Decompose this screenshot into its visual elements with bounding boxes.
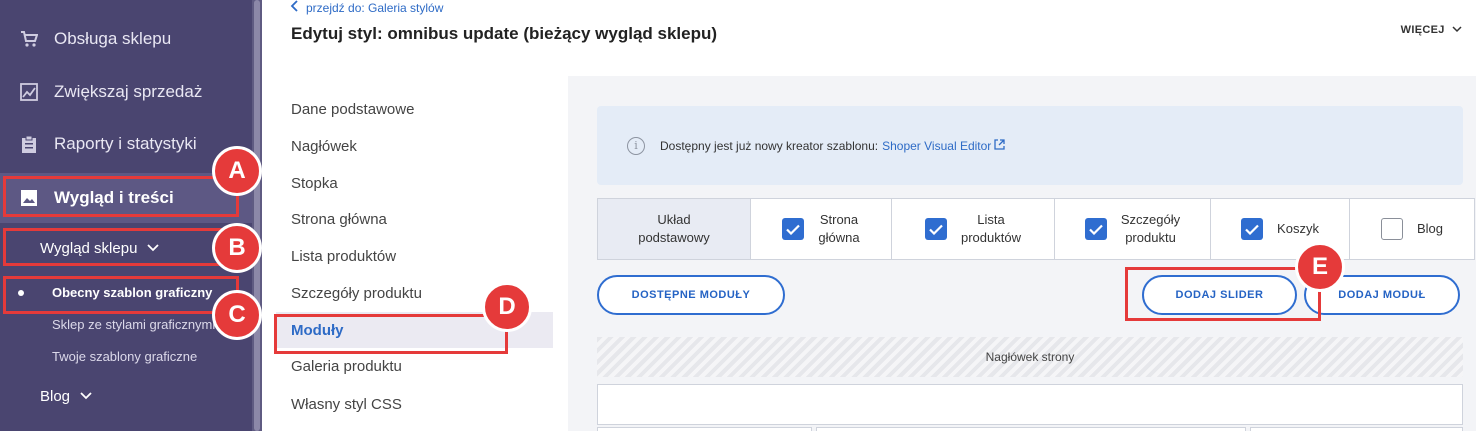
sidebar-item-label: Obsługa sklepu (54, 29, 172, 48)
tab-szczegoly-produktu[interactable]: Szczegóły produktu (291, 285, 422, 302)
tab-line1: Strona (819, 212, 859, 227)
annotation-badge-c: C (212, 290, 262, 340)
annotation-badge-b: B (212, 223, 262, 273)
layout-cell[interactable] (1250, 427, 1463, 431)
external-link-icon[interactable] (994, 138, 1005, 153)
tab-dane-podstawowe[interactable]: Dane podstawowe (291, 101, 414, 118)
tab-line1: Koszyk (1277, 221, 1319, 236)
blog-label: Blog (40, 388, 71, 405)
clipboard-icon (20, 135, 38, 153)
checkbox-checked[interactable] (925, 218, 947, 240)
shoper-visual-editor-link[interactable]: Shoper Visual Editor (882, 139, 991, 153)
tab-lista-produktow[interactable]: Lista produktów (291, 248, 396, 265)
sidebar-item-label: Raporty i statystyki (54, 134, 197, 153)
tab-line2: główna (818, 230, 860, 245)
checkbox-unchecked[interactable] (1380, 218, 1403, 240)
back-link-label: przejdź do: Galeria stylów (306, 0, 444, 15)
checkbox-checked[interactable] (1241, 218, 1264, 240)
tab-line1: Układ (657, 212, 691, 227)
available-modules-button[interactable]: DOSTĘPNE MODUŁY (597, 275, 785, 315)
trend-chart-icon (20, 83, 38, 101)
layout-cell[interactable] (597, 427, 812, 431)
cart-icon (20, 30, 38, 48)
chevron-left-icon (290, 0, 298, 15)
page-header-drop-zone[interactable]: Nagłówek strony (597, 337, 1463, 377)
sidebar-item-blog[interactable]: Blog (40, 388, 92, 405)
annotation-box-b (3, 228, 239, 266)
layout-tab-strona-glowna[interactable]: Strona główna (751, 199, 892, 259)
info-icon: i (627, 136, 645, 155)
sidebar-scrollbar[interactable] (252, 0, 262, 431)
sidebar-item-obsluga[interactable]: Obsługa sklepu (0, 14, 252, 64)
tab-galeria-produktu[interactable]: Galeria produktu (291, 358, 402, 375)
info-banner: i Dostępny jest już nowy kreator szablon… (597, 106, 1463, 185)
checkbox-checked[interactable] (782, 218, 805, 240)
tab-line2: produktu (1125, 230, 1176, 245)
scrollbar-thumb[interactable] (254, 0, 260, 431)
layout-tab-szczegoly-produktu[interactable]: Szczegóły produktu (1055, 199, 1211, 259)
tab-line1: Blog (1416, 221, 1444, 236)
layout-tab-uklad-podstawowy[interactable]: Układ podstawowy (598, 199, 751, 259)
back-link[interactable]: przejdź do: Galeria stylów (290, 0, 443, 15)
sidebar-item-zwiekszaj[interactable]: Zwiększaj sprzedaż (0, 67, 252, 117)
annotation-badge-e: E (1295, 242, 1345, 292)
more-menu[interactable]: WIĘCEJ (1401, 24, 1462, 36)
chevron-down-icon (80, 391, 92, 403)
annotation-box-d (274, 314, 508, 354)
sidebar-subitem-twoje-szablony[interactable]: Twoje szablony graficzne (52, 349, 197, 364)
tab-strona-glowna[interactable]: Strona główna (291, 211, 387, 228)
tab-line2: podstawowy (638, 230, 710, 245)
tab-naglowek[interactable]: Nagłówek (291, 138, 357, 155)
annotation-box-c (3, 276, 239, 314)
page-title: Edytuj styl: omnibus update (bieżący wyg… (291, 24, 718, 43)
info-text: Dostępny jest już nowy kreator szablonu: (660, 138, 879, 153)
annotation-badge-d: D (482, 282, 532, 332)
annotation-box-e (1125, 267, 1321, 321)
sidebar-subitem-sklep-ze-stylami[interactable]: Sklep ze stylami graficznymi (52, 317, 215, 332)
tab-wlasny-styl-css[interactable]: Własny styl CSS (291, 396, 402, 413)
layout-tab-lista-produktow[interactable]: Lista produktów (892, 199, 1055, 259)
layout-row-empty[interactable] (597, 384, 1463, 425)
tab-line1: Lista (977, 212, 1005, 227)
annotation-badge-a: A (212, 146, 262, 196)
chevron-down-icon (1452, 24, 1462, 36)
tab-stopka[interactable]: Stopka (291, 175, 338, 192)
tab-line2: produktów (961, 230, 1021, 245)
layout-tab-blog[interactable]: Blog (1350, 199, 1474, 259)
layout-cell[interactable] (816, 427, 1246, 431)
annotation-box-a (3, 176, 239, 217)
more-label: WIĘCEJ (1400, 24, 1445, 36)
sidebar-item-label: Zwiększaj sprzedaż (54, 82, 203, 101)
layout-tabs: Układ podstawowy Strona główna Lista pro… (597, 198, 1475, 260)
checkbox-checked[interactable] (1084, 218, 1107, 240)
tab-line1: Szczegóły (1120, 212, 1181, 227)
